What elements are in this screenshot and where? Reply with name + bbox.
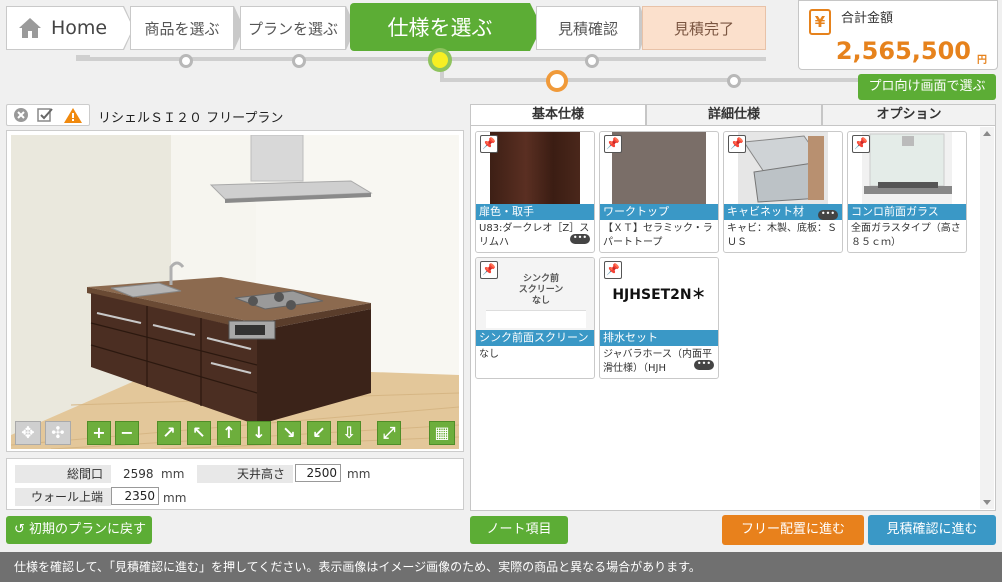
zoom-in-button[interactable]: + bbox=[87, 421, 111, 445]
zoom-out-button[interactable]: − bbox=[115, 421, 139, 445]
more-icon[interactable]: ••• bbox=[570, 234, 590, 244]
view-diagonal-right-icon[interactable]: ↗ bbox=[157, 421, 181, 445]
pin-icon[interactable]: 📌 bbox=[604, 261, 622, 279]
move-icon[interactable]: ✥ bbox=[15, 421, 41, 445]
reset-plan-button[interactable]: ↺ 初期のプランに戻す bbox=[6, 516, 152, 544]
scroll-up-icon[interactable] bbox=[983, 131, 991, 136]
rotate-move-icon[interactable]: ✣ bbox=[45, 421, 71, 445]
card-category: ワークトップ bbox=[600, 204, 718, 220]
reset-plan-label: 初期のプランに戻す bbox=[29, 522, 147, 537]
progress-step-dot bbox=[585, 54, 599, 68]
notes-button[interactable]: ノート項目 bbox=[470, 516, 568, 544]
view-down-icon[interactable]: ↓ bbox=[247, 421, 271, 445]
progress-line-lower bbox=[444, 78, 864, 82]
view-diagonal-left-icon[interactable]: ↖ bbox=[187, 421, 211, 445]
progress-step-dot bbox=[179, 54, 193, 68]
drain-set-code: HJHSET2N＊ bbox=[612, 287, 706, 303]
breadcrumb-estimate-confirm[interactable]: 見積確認 bbox=[536, 6, 640, 50]
wall-top-input[interactable]: 2350 bbox=[111, 487, 159, 505]
ceiling-label: 天井高さ bbox=[197, 465, 293, 483]
frontage-unit: mm bbox=[161, 467, 185, 481]
scrollbar[interactable] bbox=[980, 127, 994, 509]
card-description: なし bbox=[479, 349, 499, 360]
close-circle-icon[interactable] bbox=[13, 107, 29, 126]
kitchen-3d-viewer[interactable]: ✥ ✣ + − ↗ ↖ ↑ ↓ ↘ ↙ ⇩ ⤢ ▦ bbox=[6, 130, 464, 452]
wall-top-unit: mm bbox=[163, 491, 187, 505]
scroll-down-icon[interactable] bbox=[983, 500, 991, 505]
card-category: 排水セット bbox=[600, 330, 718, 346]
pin-icon[interactable]: 📌 bbox=[604, 135, 622, 153]
pin-icon[interactable]: 📌 bbox=[480, 261, 498, 279]
breadcrumb-select-spec[interactable]: 仕様を選ぶ bbox=[350, 3, 530, 51]
warning-icon[interactable] bbox=[63, 107, 83, 127]
spec-card-worktop[interactable]: 📌 ワークトップ 【ＸＴ】セラミック・ラパートトープ bbox=[599, 131, 719, 253]
pin-icon[interactable]: 📌 bbox=[480, 135, 498, 153]
breadcrumb-select-plan[interactable]: プランを選ぶ bbox=[240, 6, 346, 50]
pin-icon[interactable]: 📌 bbox=[852, 135, 870, 153]
ceiling-unit: mm bbox=[347, 467, 371, 481]
card-description: 全面ガラスタイプ（高さ８５ｃｍ） bbox=[851, 223, 961, 248]
frontage-value: 2598 bbox=[123, 467, 154, 481]
spec-card-door-color[interactable]: 📌 扉色・取手 U83:ダークレオ［Z］スリムハ ••• bbox=[475, 131, 595, 253]
total-amount-box: ¥ 合計金額 2,565,500 円 bbox=[798, 0, 998, 70]
card-category: 扉色・取手 bbox=[476, 204, 594, 220]
floor-texture-icon[interactable]: ▦ bbox=[429, 421, 455, 445]
total-unit: 円 bbox=[977, 55, 987, 66]
view-down-right-icon[interactable]: ↘ bbox=[277, 421, 301, 445]
ceiling-height-input[interactable]: 2500 bbox=[295, 464, 341, 482]
more-icon[interactable]: ••• bbox=[818, 210, 838, 220]
pin-icon[interactable]: 📌 bbox=[728, 135, 746, 153]
total-label: 合計金額 bbox=[841, 11, 894, 26]
kitchen-illustration bbox=[11, 135, 459, 449]
viewer-status-icons bbox=[6, 104, 90, 126]
progress-current-dot bbox=[428, 48, 452, 72]
progress-step-dot bbox=[292, 54, 306, 68]
pro-view-button[interactable]: プロ向け画面で選ぶ bbox=[858, 74, 996, 100]
plan-name: リシェルＳＩ２０ フリープラン bbox=[98, 111, 284, 126]
tab-detail-spec[interactable]: 詳細仕様 bbox=[646, 104, 822, 126]
estimate-confirm-button[interactable]: 見積確認に進む bbox=[868, 515, 996, 545]
free-layout-button[interactable]: フリー配置に進む bbox=[722, 515, 864, 545]
frontage-label: 総間口 bbox=[15, 465, 111, 483]
sink-screen-image-text: シンク前 スクリーン なし bbox=[518, 274, 564, 306]
spec-card-stove-glass[interactable]: 📌 コンロ前面ガラス 全面ガラスタイプ（高さ８５ｃｍ） bbox=[847, 131, 967, 253]
more-icon[interactable]: ••• bbox=[694, 360, 714, 370]
spec-card-grid: 📌 扉色・取手 U83:ダークレオ［Z］スリムハ ••• 📌 ワークトップ 【Ｘ… bbox=[470, 125, 996, 511]
spec-tabs: 基本仕様 詳細仕様 オプション bbox=[470, 104, 996, 126]
checklist-icon[interactable] bbox=[37, 107, 55, 126]
tab-options[interactable]: オプション bbox=[822, 104, 996, 126]
dimensions-panel: 総間口 2598 mm 天井高さ 2500 mm ウォール上端 2350 mm bbox=[6, 458, 464, 510]
card-description: キャビ：木製、底板：ＳＵＳ bbox=[727, 223, 837, 248]
card-category: コンロ前面ガラス bbox=[848, 204, 966, 220]
undo-icon: ↺ bbox=[14, 522, 30, 537]
card-category: シンク前面スクリーン bbox=[476, 330, 594, 346]
total-amount: 2,565,500 bbox=[835, 37, 971, 65]
status-message: 仕様を確認して、「見積確認に進む」を押してください。表示画像はイメージ画像のため… bbox=[0, 552, 1002, 582]
view-down-left-icon[interactable]: ↙ bbox=[307, 421, 331, 445]
spec-card-cabinet[interactable]: 📌 キャビネット材 キャビ：木製、底板：ＳＵＳ ••• bbox=[723, 131, 843, 253]
viewer-toolbar: リシェルＳＩ２０ フリープラン bbox=[6, 104, 464, 126]
yen-icon: ¥ bbox=[809, 9, 831, 35]
spec-card-sink-screen[interactable]: シンク前 スクリーン なし 📌 シンク前面スクリーン なし bbox=[475, 257, 595, 379]
spec-card-drain-set[interactable]: HJHSET2N＊ 📌 排水セット ジャバラホース（内面平滑仕様）（HJH ••… bbox=[599, 257, 719, 379]
fullscreen-icon[interactable]: ⤢ bbox=[377, 421, 401, 445]
breadcrumb-select-product[interactable]: 商品を選ぶ bbox=[130, 6, 234, 50]
breadcrumb-estimate-complete[interactable]: 見積完了 bbox=[642, 6, 766, 50]
progress-step-dot bbox=[727, 74, 741, 88]
progress-option-dot bbox=[546, 70, 568, 92]
tab-basic-spec[interactable]: 基本仕様 bbox=[470, 104, 646, 126]
wall-top-label: ウォール上端 bbox=[15, 488, 111, 506]
home-label: Home bbox=[51, 17, 108, 39]
kitchen-render[interactable] bbox=[11, 135, 459, 449]
card-description: 【ＸＴ】セラミック・ラパートトープ bbox=[603, 223, 713, 248]
home-icon bbox=[19, 18, 41, 38]
view-up-icon[interactable]: ↑ bbox=[217, 421, 241, 445]
download-icon[interactable]: ⇩ bbox=[337, 421, 361, 445]
breadcrumb-home[interactable]: Home bbox=[6, 6, 124, 50]
